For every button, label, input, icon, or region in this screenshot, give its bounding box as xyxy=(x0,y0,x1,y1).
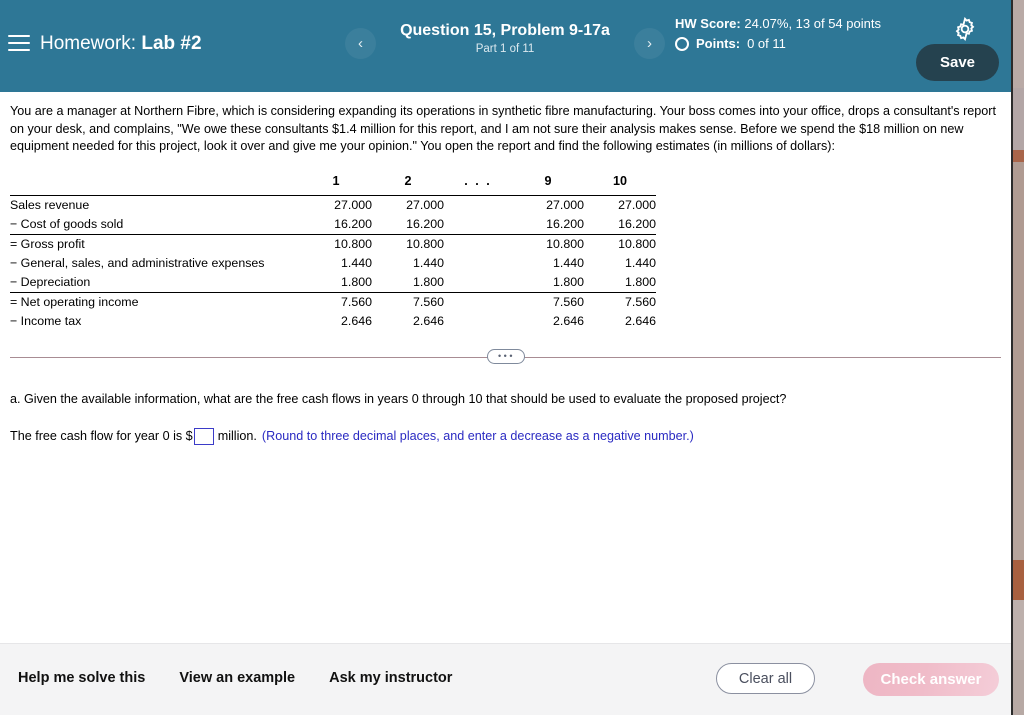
row-value: 16.200 xyxy=(334,216,372,231)
row-value: 10.800 xyxy=(584,233,656,254)
hw-score-value: 24.07%, 13 of 54 points xyxy=(744,16,881,31)
column-header-ellipsis: . . . xyxy=(464,173,492,188)
row-value: 2.646 xyxy=(624,313,656,328)
answer-hint: (Round to three decimal places, and ente… xyxy=(261,429,694,443)
row-value: 7.560 xyxy=(372,291,444,312)
answer-prefix-label: The free cash flow for year 0 is $ xyxy=(10,429,193,443)
assignment-name: Lab #2 xyxy=(141,33,202,54)
question-title: Question 15, Problem 9-17a xyxy=(400,22,610,39)
hw-score: HW Score: 24.07%, 13 of 54 points xyxy=(675,14,885,33)
row-value: 1.440 xyxy=(340,255,372,270)
row-value xyxy=(444,215,512,235)
help-me-solve-this-link[interactable]: Help me solve this xyxy=(18,670,145,686)
table-corner-cell xyxy=(10,172,300,196)
window-edge-divider xyxy=(1011,0,1013,715)
row-value: 7.560 xyxy=(584,291,656,312)
row-value: 10.800 xyxy=(512,233,584,254)
row-value: 7.560 xyxy=(512,291,584,312)
application-window: Homework: Lab #2 ‹ Question 15, Problem … xyxy=(0,0,1024,715)
row-label: = Gross profit xyxy=(10,233,300,254)
gear-icon[interactable] xyxy=(952,16,978,42)
question-part-a: a. Given the available information, what… xyxy=(10,391,787,406)
table-body: Sales revenue 27.000 27.000 27.000 27.000− C… xyxy=(10,194,656,331)
row-value: 27.000 xyxy=(372,194,444,215)
progress-circle-icon xyxy=(675,36,689,51)
row-value: 2.646 xyxy=(552,313,584,328)
row-value xyxy=(444,312,512,331)
row-value: 1.800 xyxy=(412,274,444,289)
points-value: 0 of 11 xyxy=(747,36,786,51)
row-value: 1.800 xyxy=(624,274,656,289)
next-question-button[interactable]: › xyxy=(634,28,665,59)
row-value: 1.440 xyxy=(412,255,444,270)
table-row: = Net operating income 7.560 7.560 7.560 7.5… xyxy=(10,291,656,312)
question-navigator: ‹ Question 15, Problem 9-17a Part 1 of 1… xyxy=(345,20,665,70)
row-label: − General, sales, and administrative exp… xyxy=(10,255,265,270)
row-value: 2.646 xyxy=(340,313,372,328)
points-row: Points: 0 of 11 xyxy=(675,34,885,53)
row-value: 7.560 xyxy=(300,291,372,312)
homework-window: Homework: Lab #2 ‹ Question 15, Problem … xyxy=(0,0,1011,715)
table-row: − Income tax 2.646 2.646 2.646 2.646 xyxy=(10,312,656,331)
action-footer: Help me solve this View an example Ask m… xyxy=(0,643,1011,715)
row-label: − Cost of goods sold xyxy=(10,216,124,231)
score-summary: HW Score: 24.07%, 13 of 54 points Points… xyxy=(675,14,885,53)
expand-collapse-button[interactable]: ••• xyxy=(486,348,525,364)
app-header: Homework: Lab #2 ‹ Question 15, Problem … xyxy=(0,0,1011,92)
row-value: 16.200 xyxy=(406,216,444,231)
row-value xyxy=(444,273,512,293)
row-value: 16.200 xyxy=(546,216,584,231)
hamburger-menu-icon[interactable] xyxy=(8,35,30,53)
check-answer-button[interactable]: Check answer xyxy=(863,663,999,696)
page-title: Homework: Lab #2 xyxy=(40,33,202,55)
view-an-example-link[interactable]: View an example xyxy=(179,670,295,686)
row-label: − Income tax xyxy=(10,313,82,328)
row-label: − Depreciation xyxy=(10,274,91,289)
row-value: 1.800 xyxy=(340,274,372,289)
row-value xyxy=(444,291,512,312)
problem-content: You are a manager at Northern Fibre, whi… xyxy=(0,92,1011,643)
table-head: 1 2 . . . 9 10 xyxy=(10,172,656,196)
column-header-9: 9 xyxy=(544,173,552,188)
problem-statement: You are a manager at Northern Fibre, whi… xyxy=(10,104,996,153)
row-value: 1.440 xyxy=(624,255,656,270)
assignment-prefix: Homework: xyxy=(40,33,137,54)
row-value: 1.800 xyxy=(552,274,584,289)
column-header-1: 1 xyxy=(332,173,340,188)
clear-all-button[interactable]: Clear all xyxy=(716,663,815,694)
table-row: − Cost of goods sold 16.200 16.200 16.200 16… xyxy=(10,215,656,235)
estimates-table: 1 2 . . . 9 10 Sales revenue 27.000 27.000… xyxy=(10,172,656,331)
table-row: Sales revenue 27.000 27.000 27.000 27.000 xyxy=(10,194,656,215)
row-value xyxy=(444,233,512,254)
footer-link-group: Help me solve this View an example Ask m… xyxy=(18,670,452,686)
row-value: 16.200 xyxy=(618,216,656,231)
answer-row: The free cash flow for year 0 is $ milli… xyxy=(10,427,999,445)
table-header-row: 1 2 . . . 9 10 xyxy=(10,172,656,196)
row-label: = Net operating income xyxy=(10,291,300,312)
row-value xyxy=(444,194,512,215)
row-value: 27.000 xyxy=(300,194,372,215)
table-row: = Gross profit 10.800 10.800 10.800 10.800 xyxy=(10,233,656,254)
table-row: − Depreciation 1.800 1.800 1.800 1.800 xyxy=(10,273,656,293)
row-value: 1.440 xyxy=(552,255,584,270)
row-label: Sales revenue xyxy=(10,194,300,215)
answer-input[interactable] xyxy=(193,427,214,445)
previous-question-button[interactable]: ‹ xyxy=(345,28,376,59)
row-value: 2.646 xyxy=(412,313,444,328)
row-value xyxy=(444,254,512,273)
table-row: − General, sales, and administrative exp… xyxy=(10,254,656,273)
points-label: Points: xyxy=(696,36,741,51)
question-part-indicator: Part 1 of 11 xyxy=(475,43,535,55)
row-value: 10.800 xyxy=(372,233,444,254)
ask-my-instructor-link[interactable]: Ask my instructor xyxy=(329,670,452,686)
column-header-2: 2 xyxy=(404,173,412,188)
row-value: 27.000 xyxy=(512,194,584,215)
hw-score-label: HW Score: xyxy=(675,16,741,31)
column-header-10: 10 xyxy=(612,173,627,188)
section-divider: ••• xyxy=(10,348,1001,365)
answer-suffix-label: million. xyxy=(217,429,257,443)
save-button[interactable]: Save xyxy=(916,44,999,81)
row-value: 27.000 xyxy=(584,194,656,215)
row-value: 10.800 xyxy=(300,233,372,254)
